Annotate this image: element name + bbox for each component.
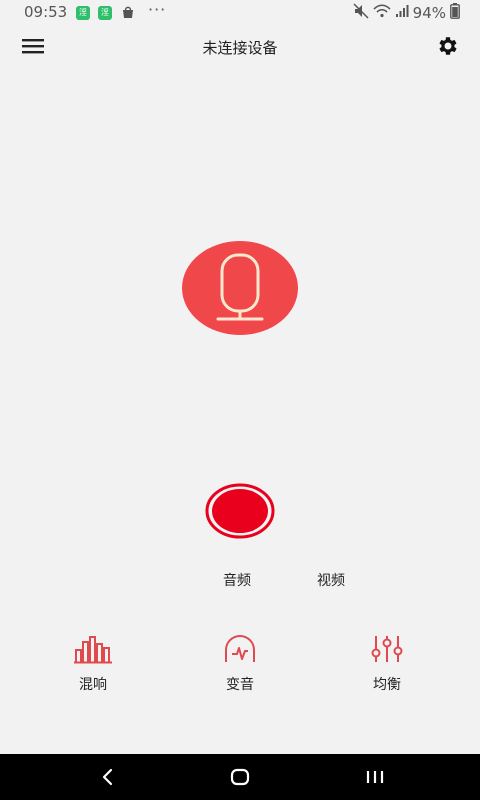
recent-apps-icon[interactable] xyxy=(361,764,389,790)
microphone-icon xyxy=(216,253,264,321)
battery-icon xyxy=(450,3,460,23)
page-title: 未连接设备 xyxy=(202,39,278,57)
voice-change-button[interactable]: 变音 xyxy=(195,634,285,698)
voice-change-label: 变音 xyxy=(226,677,254,693)
status-bar: 09:53 淫 淫 ··· 94% xyxy=(0,0,480,26)
reverb-bars-icon xyxy=(74,636,112,664)
navigation-bar xyxy=(0,754,480,800)
more-notifications-icon: ··· xyxy=(148,0,167,19)
app-notification-icon: 淫 xyxy=(76,6,90,20)
menu-icon[interactable] xyxy=(22,36,44,56)
app-notification-icon: 淫 xyxy=(98,6,112,20)
microphone-button[interactable] xyxy=(182,241,298,335)
status-time: 09:53 xyxy=(24,3,68,21)
status-right: 94% xyxy=(349,3,460,23)
tab-audio[interactable]: 音频 xyxy=(223,570,251,590)
signal-icon xyxy=(395,4,409,22)
equalizer-icon xyxy=(371,636,403,662)
battery-percent: 94% xyxy=(412,4,446,22)
app-screen: 09:53 淫 淫 ··· 94% 未连接设备 音频 视频 混响 变音 均衡 xyxy=(0,0,480,800)
equalizer-label: 均衡 xyxy=(373,677,401,693)
settings-gear-icon[interactable] xyxy=(436,34,460,58)
mute-icon xyxy=(353,3,369,23)
voice-change-icon xyxy=(225,635,255,662)
app-bar: 未连接设备 xyxy=(0,28,480,64)
tab-video[interactable]: 视频 xyxy=(317,570,345,590)
wifi-icon xyxy=(373,3,391,23)
back-icon[interactable] xyxy=(94,764,122,790)
equalizer-button[interactable]: 均衡 xyxy=(342,634,432,698)
reverb-button[interactable]: 混响 xyxy=(48,634,138,698)
reverb-label: 混响 xyxy=(79,677,107,693)
shopping-bag-icon xyxy=(120,4,136,24)
record-button[interactable] xyxy=(205,483,275,539)
home-icon[interactable] xyxy=(226,764,254,790)
